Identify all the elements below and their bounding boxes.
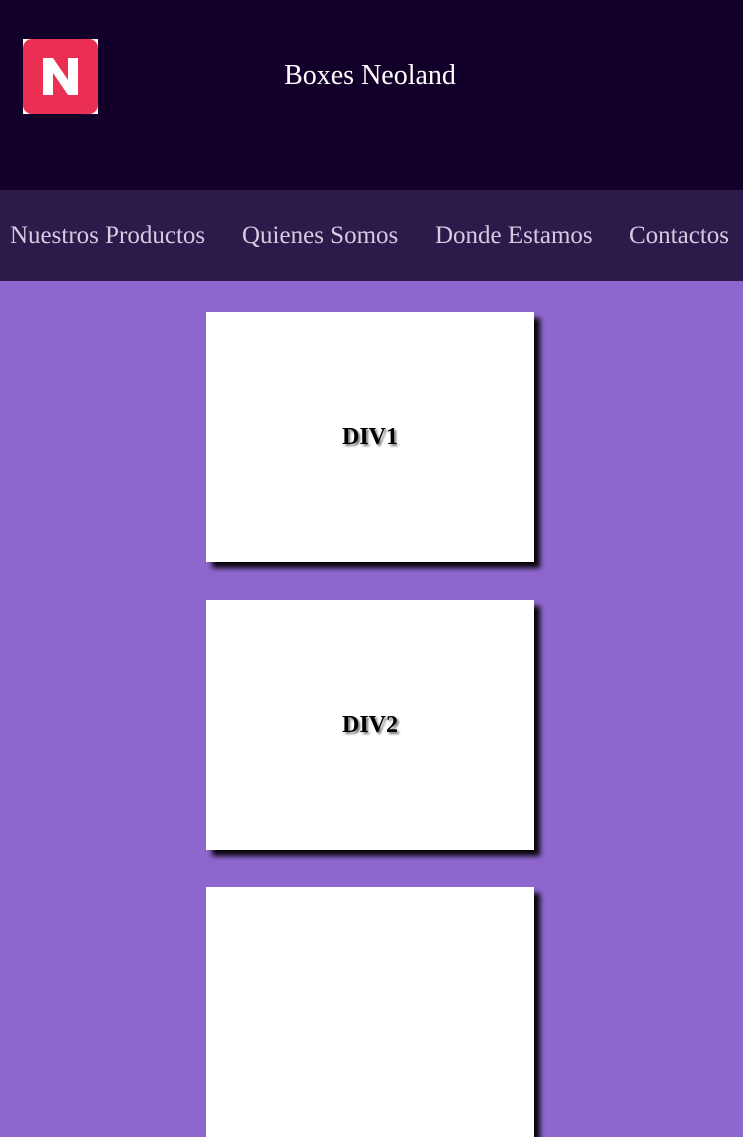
site-header: Boxes Neoland [0,0,743,190]
box-div3 [206,887,534,1137]
nav-item-quienes-somos[interactable]: Quienes Somos [242,220,398,252]
box-div2: DIV2 [206,600,534,850]
nav-item-nuestros-productos[interactable]: Nuestros Productos [10,220,205,252]
box-label: DIV1 [341,423,398,450]
box-div1: DIV1 [206,312,534,562]
nav-item-contactos[interactable]: Contactos [629,220,729,252]
main-nav: Nuestros Productos Quienes Somos Donde E… [0,190,743,281]
box-label: DIV2 [341,711,398,738]
nav-item-donde-estamos[interactable]: Donde Estamos [435,220,593,252]
site-title: Boxes Neoland [284,60,456,91]
